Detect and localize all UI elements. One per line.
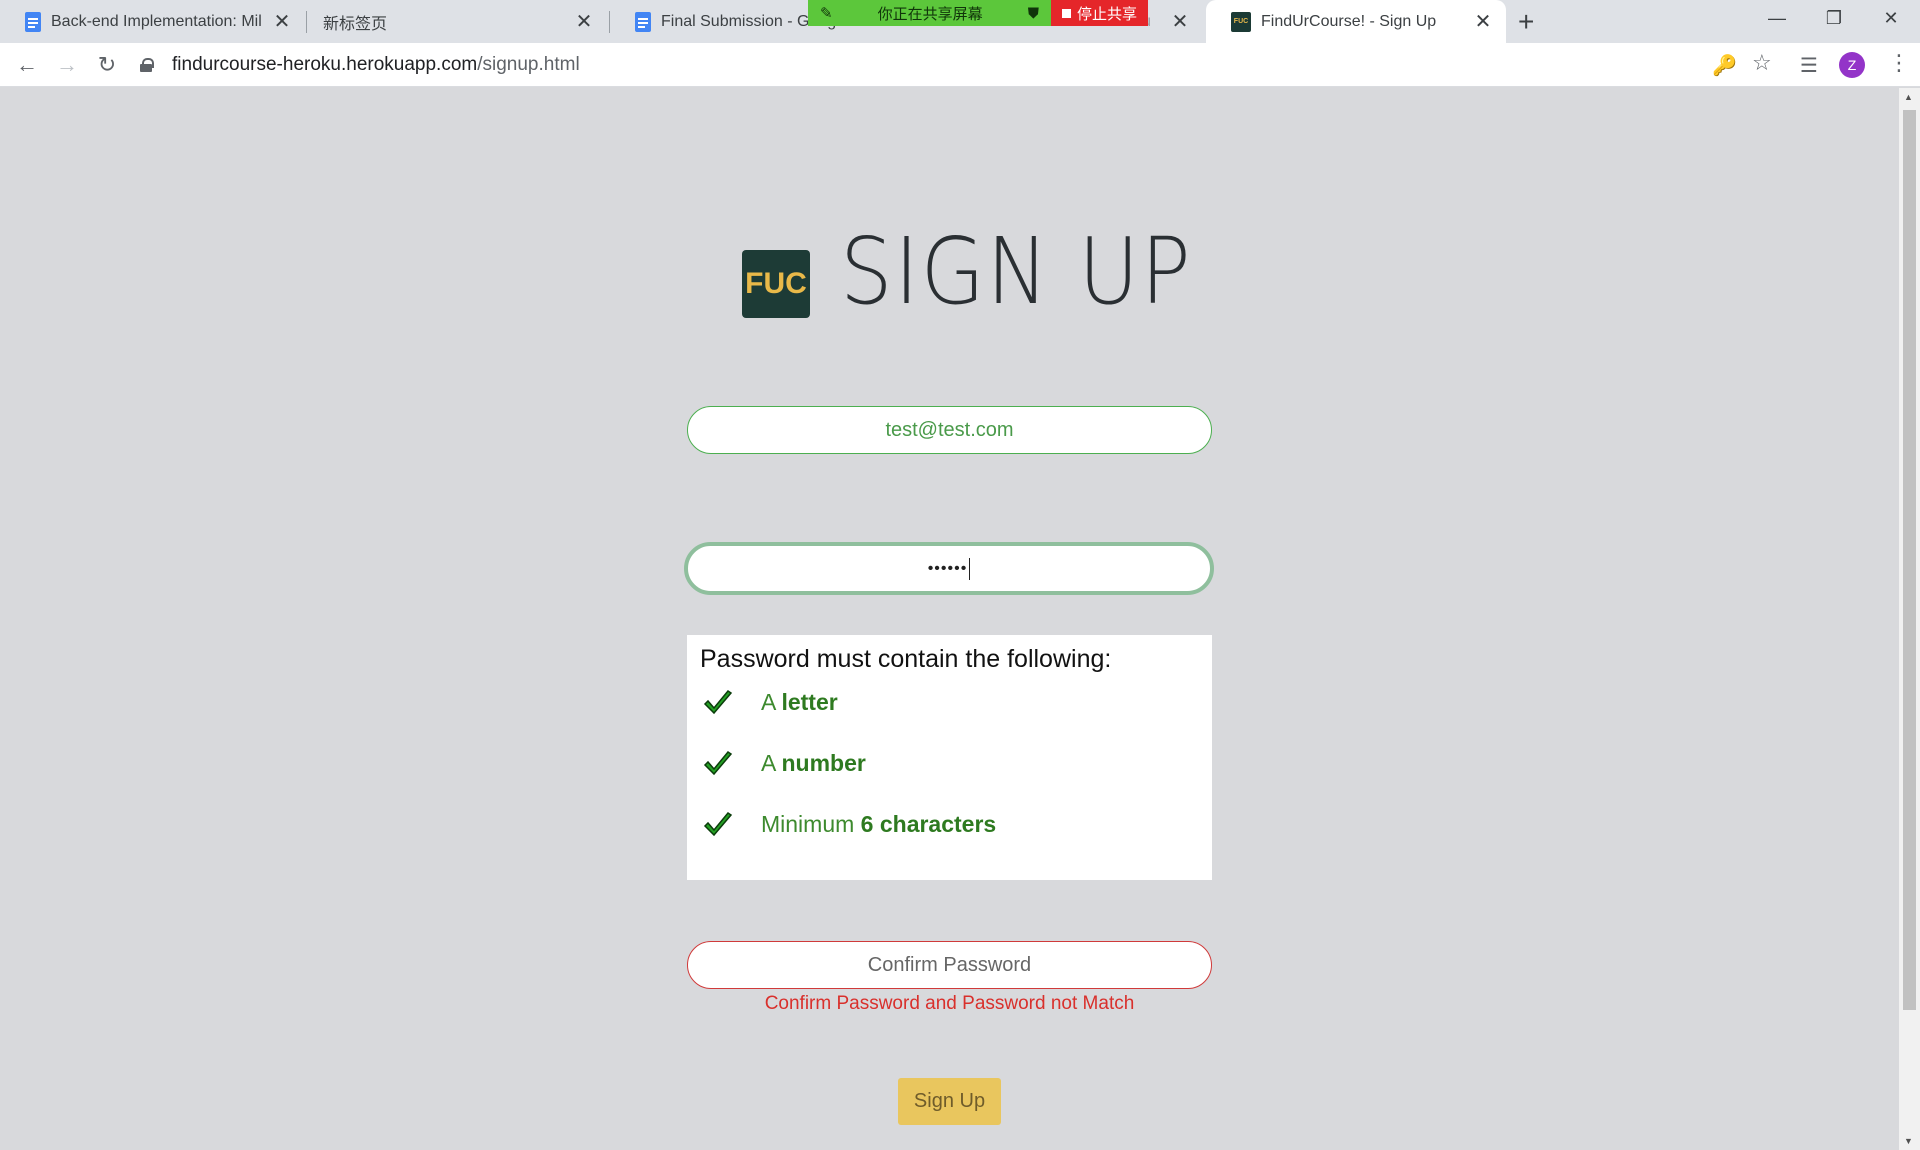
requirement-number: A number [700,743,1199,804]
new-tab-plus-icon[interactable]: + [1518,6,1534,38]
tab-new-tab[interactable]: 新标签页 ✕ [307,0,607,43]
sign-up-button[interactable]: Sign Up [898,1078,1001,1125]
password-key-icon[interactable]: 🔑 [1712,53,1737,78]
fuc-favicon-icon: FUC [1231,11,1251,32]
forward-arrow-icon[interactable]: → [53,51,81,79]
password-requirements-box: Password must contain the following: A l… [687,635,1212,880]
requirement-letter: A letter [700,682,1199,743]
page-header: FUC SIGN UP [742,218,1232,325]
shield-icon: ⛊ [1027,4,1039,22]
checkmark-icon [703,689,733,715]
confirm-password-placeholder: Confirm Password [867,953,1032,976]
google-docs-icon [25,11,41,32]
screen-share-bar: ✎ 你正在共享屏幕 ⛊ 停止共享 [808,0,1148,26]
page-scrollbar[interactable]: ▲ ▼ [1899,88,1920,1150]
checkmark-icon [703,811,733,837]
scroll-down-arrow-icon[interactable]: ▼ [1904,1136,1913,1146]
tab-title: Back-end Implementation: Mil [51,12,262,30]
checkmark-icon [703,750,733,776]
requirement-text: A letter [761,689,838,715]
minimize-icon[interactable]: — [1749,0,1805,36]
profile-avatar[interactable]: Z [1839,52,1865,78]
tab-findurcourse-signup[interactable]: FUC FindUrCourse! - Sign Up ✕ [1206,0,1506,43]
screen-share-status-text: 你正在共享屏幕 [877,4,983,23]
screen-share-status[interactable]: ✎ 你正在共享屏幕 ⛊ [808,0,1051,26]
close-icon[interactable]: ✕ [1169,9,1191,34]
email-value: test@test.com [885,418,1014,441]
stop-sharing-button[interactable]: 停止共享 [1051,0,1148,26]
url-host: findurcourse-heroku.herokuapp.com [172,54,478,75]
lock-icon[interactable] [140,58,154,72]
bookmark-star-icon[interactable]: ☆ [1752,50,1772,76]
back-arrow-icon[interactable]: ← [13,51,41,79]
tab-backend-implementation[interactable]: Back-end Implementation: Mil ✕ [0,0,305,43]
requirement-min-length: Minimum 6 characters [700,804,1199,865]
text-caret [969,557,971,580]
password-field[interactable]: •••••• [684,542,1214,595]
requirements-title: Password must contain the following: [700,645,1112,673]
url-path: /signup.html [477,54,580,75]
menu-kebab-icon[interactable]: ⋮ [1888,50,1910,76]
page-title: SIGN UP [840,218,1193,325]
scroll-up-arrow-icon[interactable]: ▲ [1904,92,1913,102]
reload-icon[interactable]: ↻ [93,51,121,79]
fuc-logo: FUC [742,249,810,318]
close-icon[interactable]: ✕ [271,9,293,34]
email-field[interactable]: test@test.com [687,406,1212,454]
stop-icon [1061,8,1071,18]
password-mask: •••••• [927,559,968,577]
browser-toolbar: ← → ↻ findurcourse-heroku.herokuapp.com /… [0,43,1920,87]
window-close-icon[interactable]: ✕ [1863,0,1919,36]
requirement-text: Minimum 6 characters [761,811,997,837]
stop-sharing-label: 停止共享 [1076,4,1137,23]
address-bar[interactable]: findurcourse-heroku.herokuapp.com/signup… [140,49,1680,81]
restore-icon[interactable]: ❐ [1806,0,1862,36]
tab-title: FindUrCourse! - Sign Up [1261,12,1437,30]
scrollbar-thumb[interactable] [1903,110,1916,1010]
password-mismatch-error: Confirm Password and Password not Match [764,993,1135,1014]
confirm-password-field[interactable]: Confirm Password [687,941,1212,989]
google-docs-icon [635,11,651,32]
requirement-text: A number [761,750,866,776]
close-icon[interactable]: ✕ [573,9,595,34]
pen-icon: ✎ [820,4,833,22]
close-icon[interactable]: ✕ [1472,9,1494,34]
extensions-puzzle-icon[interactable]: ☰ [1800,53,1818,78]
tab-title: 新标签页 [323,15,388,33]
